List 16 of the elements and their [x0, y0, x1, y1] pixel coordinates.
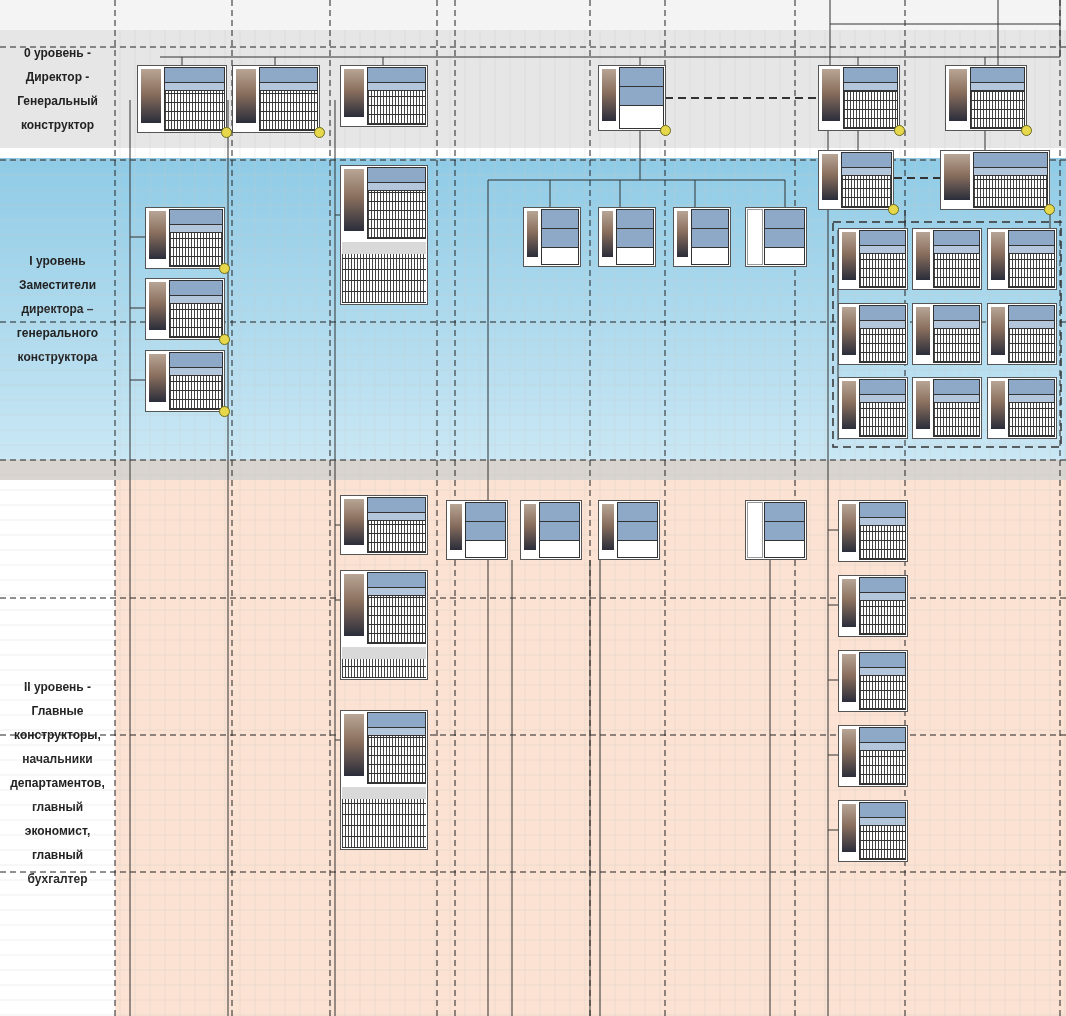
- level-label: 0 уровень - Директор - Генеральный конструктор: [16, 45, 99, 134]
- connector-line: [904, 209, 906, 229]
- connector-line: [857, 129, 859, 151]
- redacted-fields: [617, 502, 658, 558]
- redacted-fields: [541, 209, 579, 265]
- redacted-fields: [616, 209, 654, 265]
- redacted-fields: [691, 209, 729, 265]
- dashed-connector-line: [893, 177, 941, 179]
- redacted-fields: [764, 502, 805, 558]
- level-label: II уровень - Главные конструкторы, начальники департаментов, главный экономист, главный бухгалтер: [9, 679, 106, 888]
- redacted-fields: [539, 502, 580, 558]
- redacted-fields: [764, 209, 805, 265]
- redacted-fields: [618, 67, 664, 129]
- redacted-fields: [465, 502, 506, 558]
- level-label: I уровень Заместители директора – генерального конструктора: [15, 253, 100, 366]
- connector-line: [984, 129, 986, 151]
